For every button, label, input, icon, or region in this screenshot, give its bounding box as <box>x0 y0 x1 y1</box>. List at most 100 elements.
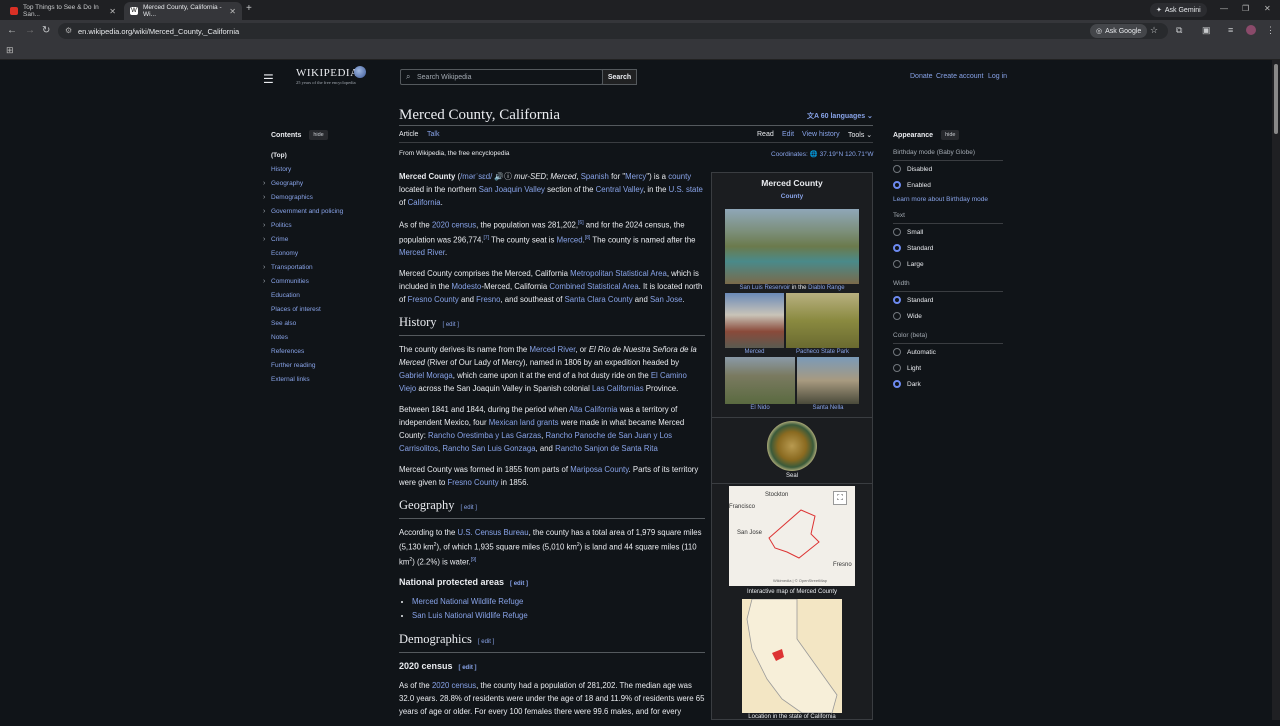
menu-icon[interactable]: ⋮ <box>1266 25 1275 36</box>
profile-avatar[interactable] <box>1246 25 1256 35</box>
address-bar[interactable]: ⚙ en.wikipedia.org/wiki/Merced_County,_C… <box>58 23 1168 39</box>
restore-icon[interactable]: ❐ <box>1242 4 1249 13</box>
toc-item[interactable]: External links <box>271 373 391 387</box>
wikipedia-logo[interactable]: WIKIPEDIA 25 years of the free encyclope… <box>296 67 359 85</box>
toc-item[interactable]: › Geography <box>263 177 391 191</box>
merced-photo[interactable] <box>725 293 784 348</box>
forward-icon[interactable]: → <box>25 25 35 36</box>
radio-icon[interactable] <box>893 364 901 372</box>
language-button[interactable]: 文A 60 languages ⌄ <box>807 111 873 121</box>
san-luis-reservoir-photo[interactable] <box>725 209 859 284</box>
scrollbar[interactable] <box>1272 60 1280 720</box>
toc-item[interactable]: › Communities <box>263 275 391 289</box>
birthday-option[interactable]: Disabled <box>893 161 1003 177</box>
coordinates[interactable]: Coordinates: 🌐 37.19°N 120.71°W <box>771 150 874 158</box>
radio-icon[interactable] <box>893 228 901 236</box>
radio-icon[interactable] <box>893 380 901 388</box>
toc-item[interactable]: Places of interest <box>271 303 391 317</box>
text-size-option[interactable]: Large <box>893 256 1003 272</box>
toc-hide-button[interactable]: hide <box>309 130 328 140</box>
refuge-link[interactable]: Merced National Wildlife Refuge <box>412 597 523 606</box>
scrollbar-thumb[interactable] <box>1274 64 1278 134</box>
donate-link[interactable]: Donate <box>910 73 933 80</box>
tab-edit[interactable]: Edit <box>782 131 794 138</box>
edit-label[interactable]: edit <box>514 581 525 587</box>
county-seal-icon[interactable] <box>767 421 817 471</box>
radio-icon[interactable] <box>893 296 901 304</box>
appearance-hide-button[interactable]: hide <box>941 130 960 140</box>
ask-google-button[interactable]: ◎ Ask Google <box>1090 24 1148 38</box>
globe-logo-icon[interactable] <box>354 66 366 78</box>
chevron-right-icon[interactable]: › <box>263 219 265 233</box>
radio-icon[interactable] <box>893 181 901 189</box>
birthday-mode-link[interactable]: Learn more about Birthday mode <box>893 196 1003 203</box>
back-icon[interactable]: ← <box>7 25 17 36</box>
toc-item[interactable]: History <box>271 163 391 177</box>
new-tab-icon[interactable]: + <box>246 3 252 14</box>
radio-icon[interactable] <box>893 260 901 268</box>
california-locator-map[interactable] <box>742 598 842 714</box>
width-option[interactable]: Wide <box>893 308 1003 324</box>
radio-icon[interactable] <box>893 312 901 320</box>
toc-item[interactable]: Economy <box>271 247 391 261</box>
edit-label[interactable]: edit <box>464 505 474 511</box>
edit-label[interactable]: edit <box>481 639 491 645</box>
interactive-map[interactable]: Stockton Francisco San Jose Fresno Wikim… <box>729 486 855 586</box>
caption-pacheco[interactable]: Pacheco State Park <box>786 349 859 355</box>
fullscreen-icon[interactable]: ⛶ <box>833 491 847 505</box>
toc-item[interactable]: › Crime <box>263 233 391 247</box>
search-input[interactable]: ⌕ Search Wikipedia <box>400 69 603 85</box>
tools-dropdown[interactable]: Tools ⌄ <box>848 131 872 139</box>
edit-label[interactable]: edit <box>462 665 473 671</box>
tab-talk[interactable]: Talk <box>427 131 439 138</box>
login-link[interactable]: Log in <box>988 73 1007 80</box>
edit-protected-link[interactable]: [ edit ] <box>510 581 528 587</box>
chevron-right-icon[interactable]: › <box>263 261 265 275</box>
radio-icon[interactable] <box>893 348 901 356</box>
chevron-right-icon[interactable]: › <box>263 275 265 289</box>
color-option[interactable]: Light <box>893 360 1003 376</box>
text-size-option[interactable]: Small <box>893 224 1003 240</box>
ask-gemini-button[interactable]: ✦ Ask Gemini <box>1150 3 1207 17</box>
toc-item[interactable]: › Politics <box>263 219 391 233</box>
tab-article[interactable]: Article <box>399 131 418 138</box>
close-icon[interactable]: ✕ <box>229 7 236 16</box>
toc-item[interactable]: › Transportation <box>263 261 391 275</box>
media-icon[interactable]: ≡ <box>1228 25 1233 35</box>
santa-nella-photo[interactable] <box>797 357 859 404</box>
caption-link[interactable]: Diablo Range <box>808 285 844 291</box>
tab-merced-county[interactable]: W Merced County, California - Wi... ✕ <box>124 2 242 20</box>
edit-history-link[interactable]: [ edit ] <box>443 322 459 328</box>
width-option[interactable]: Standard <box>893 292 1003 308</box>
chevron-right-icon[interactable]: › <box>263 177 265 191</box>
pacheco-state-park-photo[interactable] <box>786 293 859 348</box>
chevron-right-icon[interactable]: › <box>263 205 265 219</box>
side-panel-icon[interactable]: ▣ <box>1202 25 1211 36</box>
birthday-option[interactable]: Enabled <box>893 177 1003 193</box>
chevron-right-icon[interactable]: › <box>263 233 265 247</box>
caption-merced[interactable]: Merced <box>725 349 784 355</box>
color-option[interactable]: Dark <box>893 376 1003 392</box>
window-close-icon[interactable]: ✕ <box>1264 4 1271 13</box>
search-button[interactable]: Search <box>602 69 637 85</box>
tab-top-things[interactable]: Top Things to See & Do In San... ✕ <box>4 2 122 20</box>
radio-icon[interactable] <box>893 165 901 173</box>
close-icon[interactable]: ✕ <box>109 7 116 16</box>
el-nido-photo[interactable] <box>725 357 795 404</box>
reload-icon[interactable]: ↻ <box>42 25 50 36</box>
toc-item[interactable]: Further reading <box>271 359 391 373</box>
caption-link[interactable]: San Luis Reservoir <box>739 285 790 291</box>
caption-el-nido[interactable]: El Nido <box>725 405 795 411</box>
tab-read[interactable]: Read <box>757 131 774 138</box>
minimize-icon[interactable]: — <box>1220 4 1228 13</box>
tab-view-history[interactable]: View history <box>802 131 840 138</box>
toc-item[interactable]: References <box>271 345 391 359</box>
toc-item[interactable]: › Government and policing <box>263 205 391 219</box>
toc-item[interactable]: Education <box>271 289 391 303</box>
extensions-icon[interactable]: ⧉ <box>1176 25 1182 36</box>
radio-icon[interactable] <box>893 244 901 252</box>
edit-census-link[interactable]: [ edit ] <box>459 665 477 671</box>
site-info-icon[interactable]: ⚙ <box>65 26 72 35</box>
toc-item[interactable]: (Top) <box>271 149 391 163</box>
infobox-subtitle[interactable]: County <box>712 193 872 200</box>
